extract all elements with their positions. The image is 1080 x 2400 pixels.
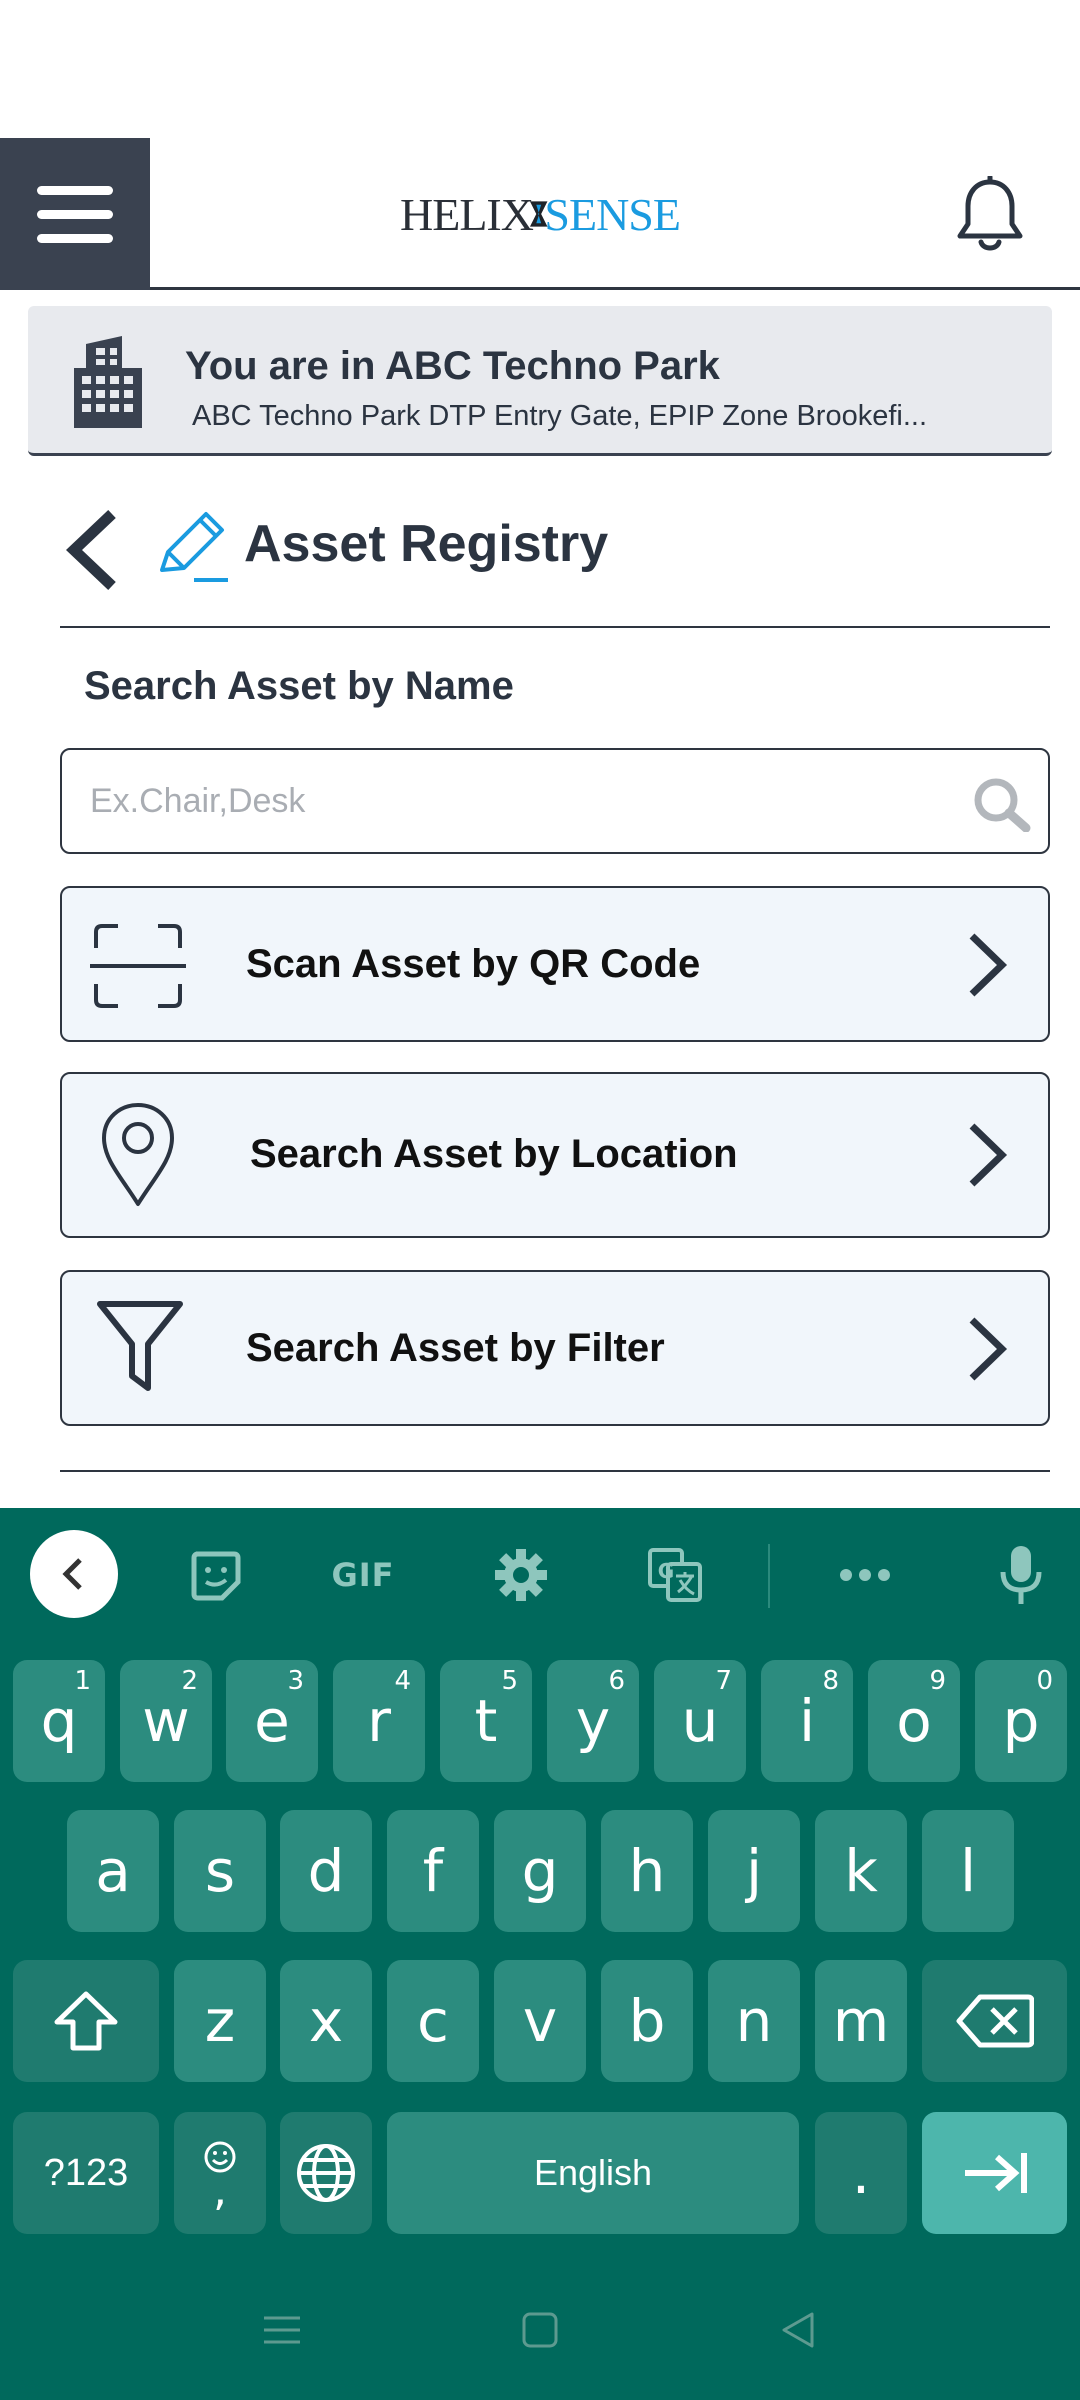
- key-k[interactable]: k: [815, 1810, 907, 1932]
- back-button[interactable]: [60, 508, 130, 592]
- menu-button[interactable]: [0, 138, 150, 290]
- search-location-option[interactable]: Search Asset by Location: [60, 1072, 1050, 1238]
- filter-icon: [97, 1301, 183, 1391]
- back-icon[interactable]: [778, 2310, 818, 2350]
- bell-icon: [957, 174, 1023, 251]
- scan-qr-label: Scan Asset by QR Code: [246, 942, 701, 986]
- key-l[interactable]: l: [922, 1810, 1014, 1932]
- space-key[interactable]: English: [387, 2112, 799, 2234]
- globe-icon: [297, 2144, 355, 2202]
- chevron-right-icon: [969, 933, 1008, 997]
- backspace-icon: [956, 1994, 1034, 2048]
- chevron-left-icon: [62, 1558, 82, 1590]
- key-n[interactable]: n: [708, 1960, 800, 2082]
- enter-key[interactable]: [922, 2112, 1067, 2234]
- chevron-right-icon: [969, 1123, 1008, 1187]
- key-m[interactable]: m: [815, 1960, 907, 2082]
- logo-text-left: HELIX: [400, 188, 534, 240]
- location-pin-icon: [102, 1103, 174, 1206]
- location-title: You are in ABC Techno Park: [185, 344, 720, 388]
- translate-button[interactable]: G: [640, 1538, 710, 1612]
- key-j[interactable]: j: [708, 1810, 800, 1932]
- comma-key[interactable]: ,: [174, 2112, 266, 2234]
- search-filter-option[interactable]: Search Asset by Filter: [60, 1270, 1050, 1426]
- toolbar-separator: [768, 1544, 770, 1608]
- svg-text:G: G: [658, 1559, 674, 1583]
- tab-arrow-icon: [964, 2153, 1027, 2193]
- key-i[interactable]: i8: [761, 1660, 853, 1782]
- key-e[interactable]: e3: [226, 1660, 318, 1782]
- key-o[interactable]: o9: [868, 1660, 960, 1782]
- scan-qr-option[interactable]: Scan Asset by QR Code: [60, 886, 1050, 1042]
- gear-icon: [495, 1549, 547, 1601]
- translate-icon: G: [648, 1548, 702, 1602]
- key-w[interactable]: w2: [120, 1660, 212, 1782]
- shift-icon: [54, 1991, 118, 2051]
- search-box[interactable]: [60, 748, 1050, 854]
- key-b[interactable]: b: [601, 1960, 693, 2082]
- key-z[interactable]: z: [174, 1960, 266, 2082]
- key-y[interactable]: y6: [547, 1660, 639, 1782]
- helixsense-logo: HELIX SENSE: [400, 160, 681, 268]
- search-input[interactable]: [90, 750, 970, 852]
- chevron-left-icon: [66, 510, 116, 590]
- search-label: Search Asset by Name: [84, 664, 514, 708]
- gif-button[interactable]: GIF: [318, 1538, 408, 1612]
- key-p[interactable]: p0: [975, 1660, 1067, 1782]
- qr-scan-icon: [90, 924, 186, 1008]
- sticker-button[interactable]: [180, 1538, 250, 1612]
- search-icon[interactable]: [972, 776, 1032, 832]
- building-icon: [74, 336, 142, 428]
- key-c[interactable]: c: [387, 1960, 479, 2082]
- key-a[interactable]: a: [67, 1810, 159, 1932]
- search-filter-label: Search Asset by Filter: [246, 1326, 665, 1370]
- recents-icon[interactable]: [262, 2310, 302, 2350]
- page-title: Asset Registry: [244, 515, 609, 573]
- hamburger-icon: [37, 186, 113, 243]
- home-icon[interactable]: [520, 2310, 560, 2350]
- search-location-label: Search Asset by Location: [250, 1132, 738, 1176]
- sticker-icon: [191, 1551, 241, 1601]
- location-address: ABC Techno Park DTP Entry Gate, EPIP Zon…: [192, 400, 928, 432]
- keyboard: GIF G q 1 w 2 e 3 r 4 t 5 y 6 u 7 i 8 o …: [0, 1508, 1080, 2400]
- voice-input-button[interactable]: [986, 1538, 1056, 1612]
- key-r[interactable]: r4: [333, 1660, 425, 1782]
- location-card[interactable]: You are in ABC Techno Park ABC Techno Pa…: [28, 306, 1052, 456]
- keyboard-collapse-button[interactable]: [30, 1530, 118, 1618]
- more-button[interactable]: [830, 1538, 900, 1612]
- pencil-icon: [160, 512, 228, 582]
- divider: [60, 1470, 1050, 1472]
- key-g[interactable]: g: [494, 1810, 586, 1932]
- key-x[interactable]: x: [280, 1960, 372, 2082]
- symbols-key[interactable]: ?123: [13, 2112, 159, 2234]
- keyboard-settings-button[interactable]: [486, 1538, 556, 1612]
- key-q[interactable]: q1: [13, 1660, 105, 1782]
- key-f[interactable]: f: [387, 1810, 479, 1932]
- status-bar: [0, 0, 1080, 138]
- chevron-right-icon: [969, 1317, 1008, 1381]
- logo-text-right: SENSE: [544, 188, 681, 240]
- key-u[interactable]: u7: [654, 1660, 746, 1782]
- language-key[interactable]: [280, 2112, 372, 2234]
- system-nav-bar: [0, 2270, 1080, 2400]
- backspace-key[interactable]: [922, 1960, 1067, 2082]
- notifications-button[interactable]: [955, 174, 1025, 254]
- more-icon: [840, 1569, 890, 1581]
- page-heading: Asset Registry: [60, 498, 1050, 628]
- key-t[interactable]: t5: [440, 1660, 532, 1782]
- keyboard-toolbar: GIF G: [0, 1508, 1080, 1640]
- mic-icon: [1000, 1546, 1042, 1604]
- key-s[interactable]: s: [174, 1810, 266, 1932]
- key-h[interactable]: h: [601, 1810, 693, 1932]
- app-header: HELIX SENSE: [0, 138, 1080, 290]
- key-v[interactable]: v: [494, 1960, 586, 2082]
- gif-label: GIF: [331, 1556, 395, 1594]
- key-d[interactable]: d: [280, 1810, 372, 1932]
- shift-key[interactable]: [13, 1960, 159, 2082]
- period-key[interactable]: .: [815, 2112, 907, 2234]
